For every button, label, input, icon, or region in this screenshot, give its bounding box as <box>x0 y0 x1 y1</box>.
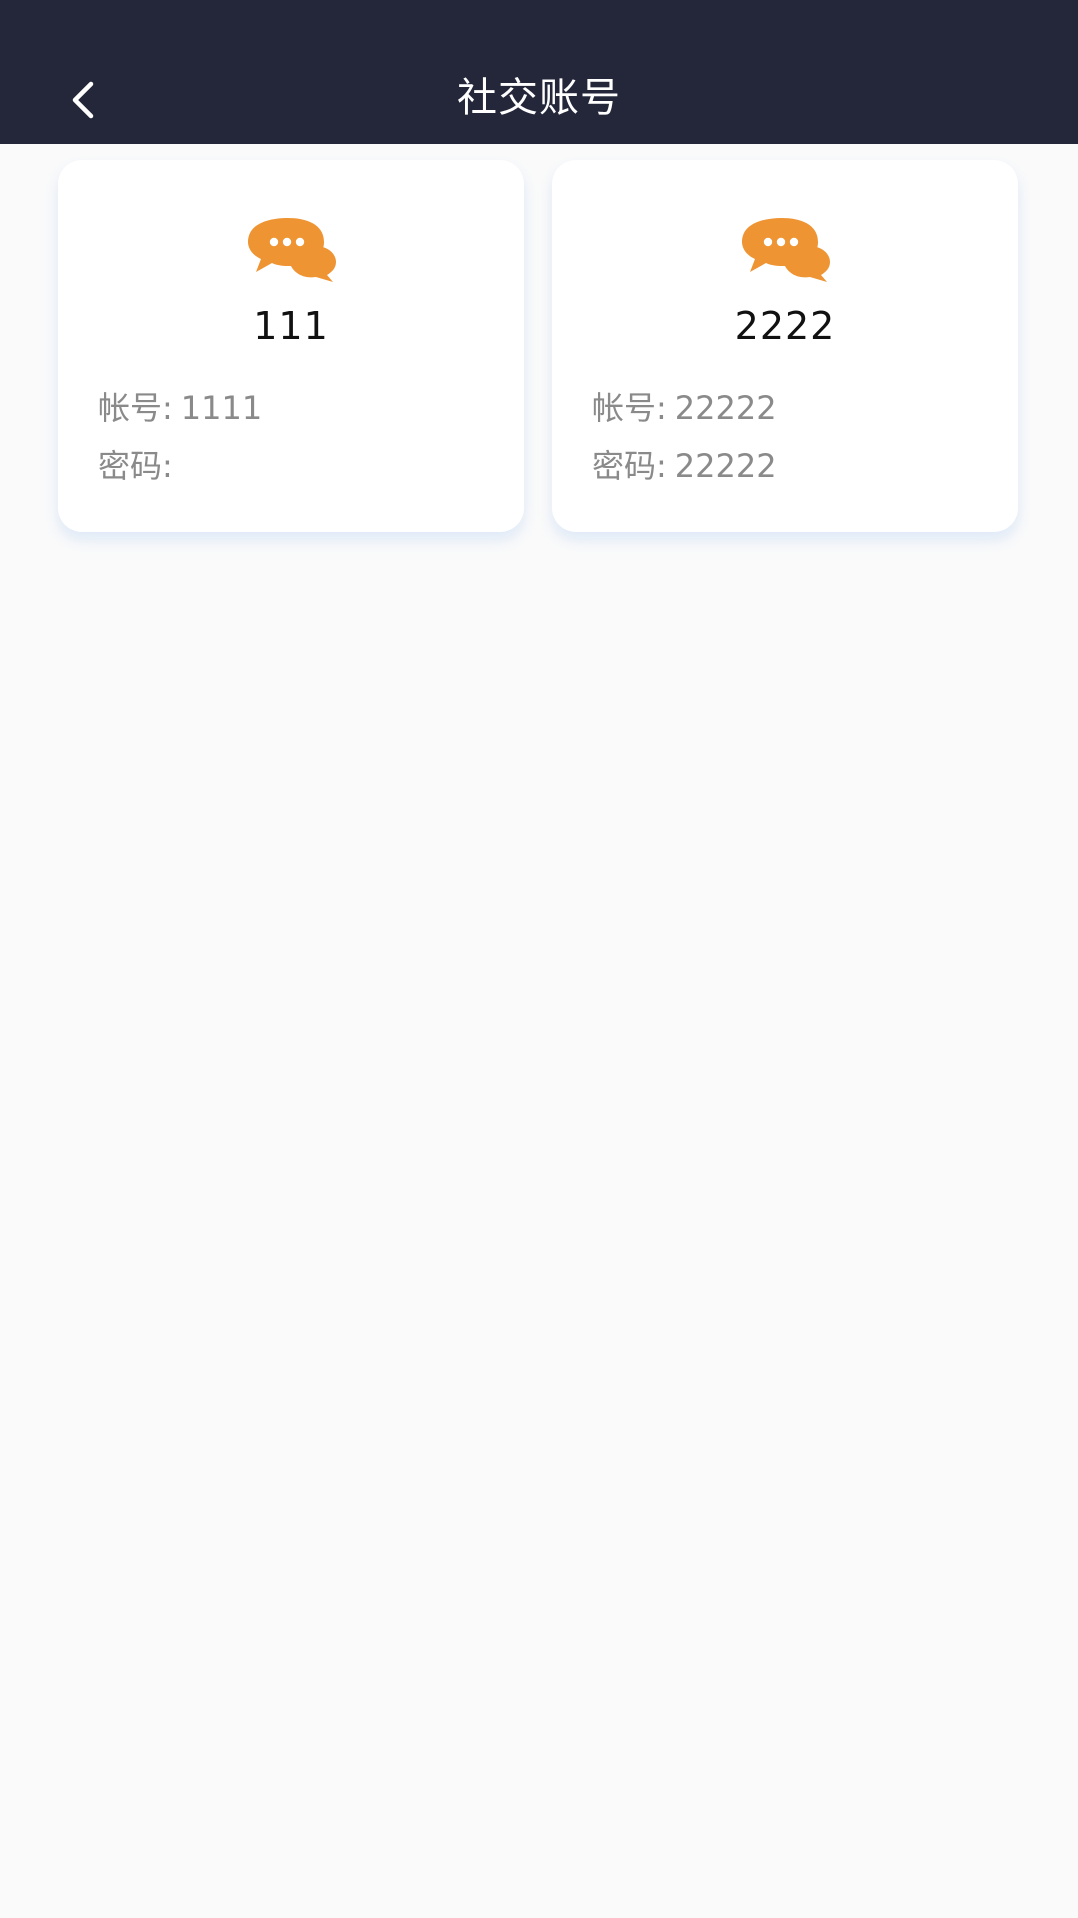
password-label: 密码: <box>592 447 667 485</box>
chat-bubbles-icon <box>742 218 830 282</box>
account-card[interactable]: 2222 帐号: 22222 密码: 22222 <box>552 160 1018 532</box>
account-name: 111 <box>253 304 329 348</box>
password-field: 密码: 22222 <box>592 444 777 488</box>
app-header: 社交账号 <box>0 0 1078 144</box>
account-value: 1111 <box>180 389 263 427</box>
account-card[interactable]: 111 帐号: 1111 密码: <box>58 160 524 532</box>
password-field: 密码: <box>98 444 181 488</box>
account-label: 帐号: <box>98 389 173 427</box>
account-field: 帐号: 22222 <box>592 386 777 430</box>
page-title: 社交账号 <box>457 75 621 121</box>
account-value: 22222 <box>674 389 777 427</box>
password-value: 22222 <box>674 447 777 485</box>
account-card-grid: 111 帐号: 1111 密码: 2222 帐号: 22222 密码: 22222 <box>58 160 1020 532</box>
chat-bubbles-icon <box>248 218 336 282</box>
password-label: 密码: <box>98 447 173 485</box>
account-field: 帐号: 1111 <box>98 386 262 430</box>
account-label: 帐号: <box>592 389 667 427</box>
account-name: 2222 <box>734 304 836 348</box>
